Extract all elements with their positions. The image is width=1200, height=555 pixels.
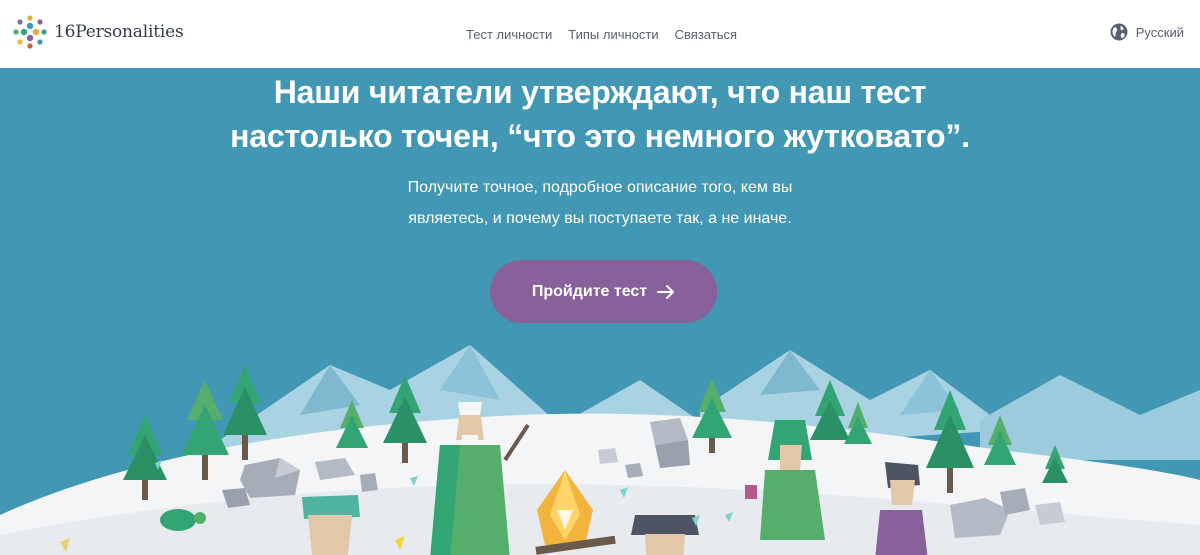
- globe-icon: [1110, 23, 1128, 41]
- hero-title: Наши читатели утверждают, что наш тест н…: [0, 70, 1200, 158]
- brand-name: 16Personalities: [54, 22, 184, 42]
- hero-subtitle: Получите точное, подробное описание того…: [0, 172, 1200, 234]
- nav-personality-test[interactable]: Тест личности: [466, 27, 552, 42]
- hero-illustration: [0, 345, 1200, 555]
- top-navbar: 16Personalities Тест личности Типы лично…: [0, 0, 1200, 68]
- hero-subtitle-line2: являетесь, и почему вы поступаете так, а…: [408, 210, 792, 227]
- nav-contact[interactable]: Связаться: [675, 27, 737, 42]
- language-selector[interactable]: Русский: [1110, 22, 1184, 42]
- hero-title-line2: настолько точен, “что это немного жутков…: [230, 118, 970, 154]
- take-test-label: Пройдите тест: [531, 282, 648, 300]
- hero-subtitle-line1: Получите точное, подробное описание того…: [407, 179, 793, 196]
- language-label: Русский: [1135, 24, 1184, 40]
- take-test-button[interactable]: Пройдите тест: [490, 260, 717, 323]
- logo-dots-icon: [13, 15, 47, 49]
- brand-logo[interactable]: 16Personalities: [12, 14, 184, 50]
- hero-title-line1: Наши читатели утверждают, что наш тест: [273, 74, 927, 110]
- nav-personality-types[interactable]: Типы личности: [568, 27, 658, 42]
- arrow-right-icon: [657, 284, 675, 299]
